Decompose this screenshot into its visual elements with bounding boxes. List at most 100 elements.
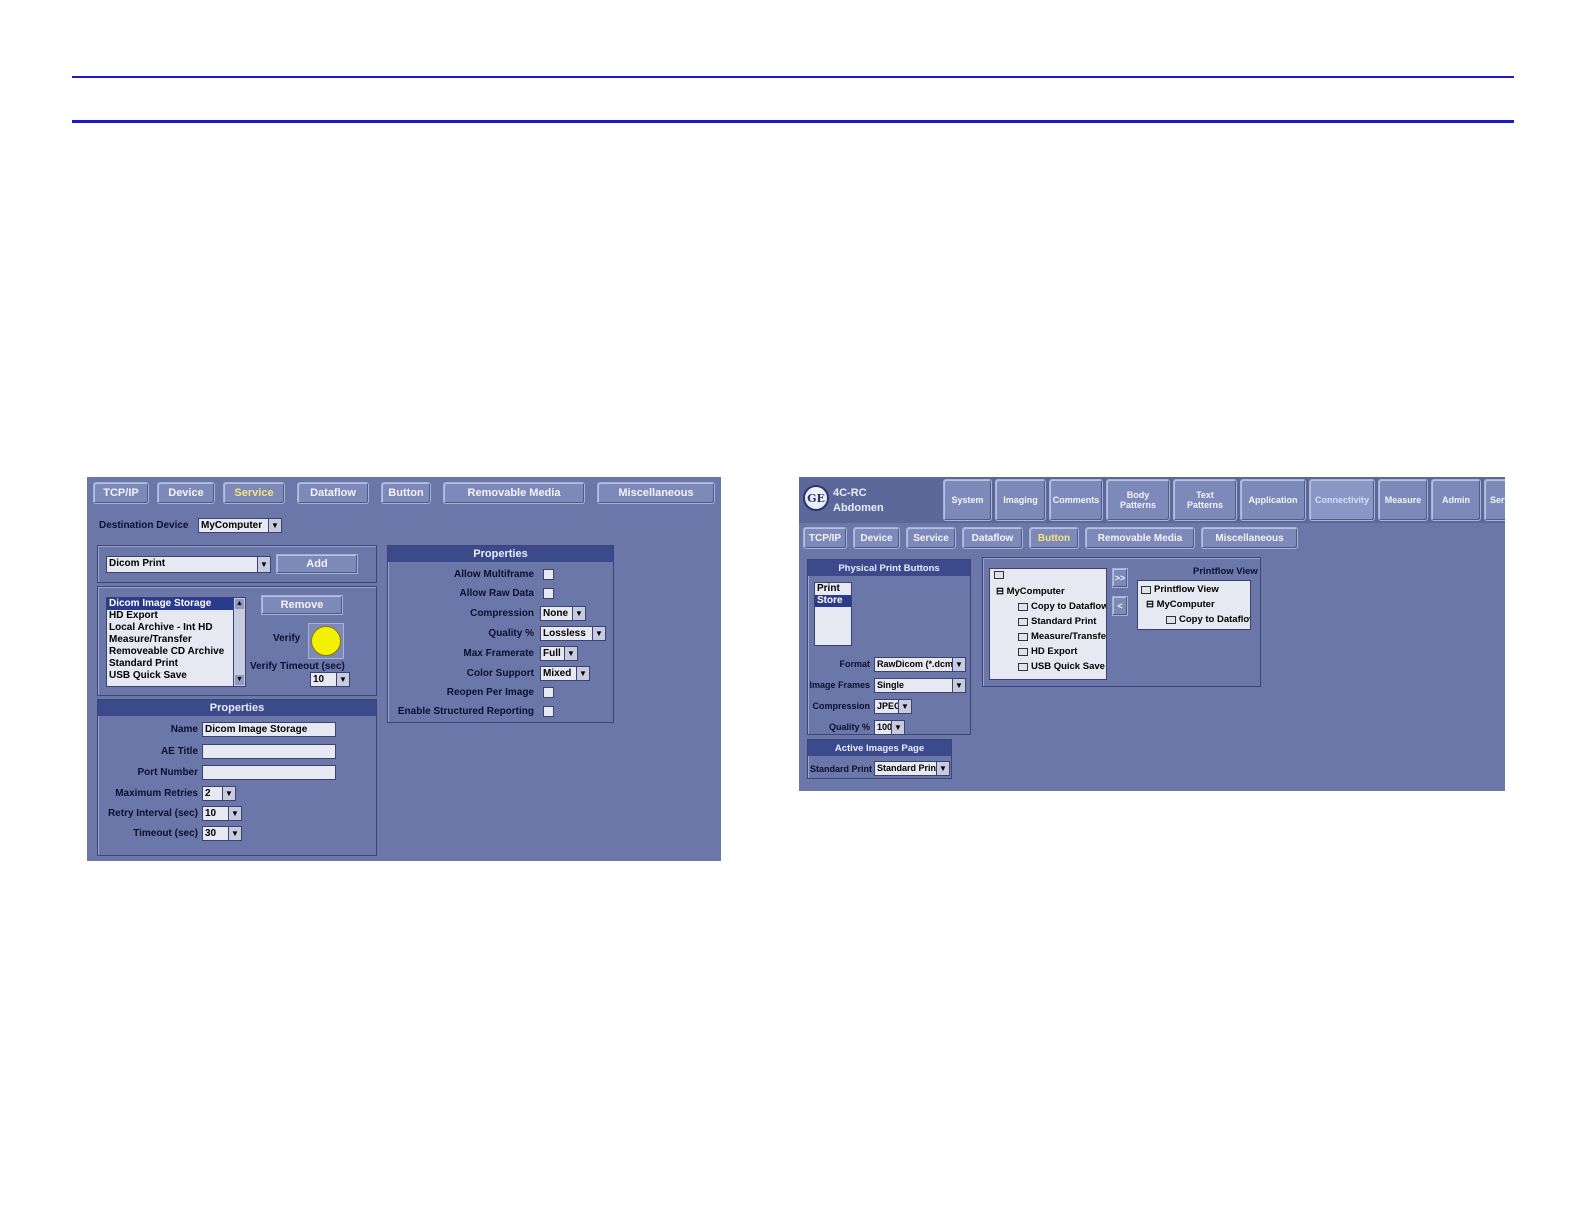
service-type-select[interactable]: Dicom Print ▼	[106, 556, 271, 573]
enable-structured-reporting-checkbox[interactable]	[543, 706, 554, 717]
tab-measure[interactable]: Measure	[1378, 479, 1428, 521]
tab-imaging[interactable]: Imaging	[995, 479, 1046, 521]
destination-device-select[interactable]: MyComputer ▼	[198, 518, 282, 533]
timeout-select[interactable]: 30 ▼	[202, 826, 242, 841]
ae-title-field[interactable]	[202, 744, 336, 759]
tree-node-standard-print[interactable]: Standard Print	[1018, 616, 1096, 627]
service-type-value: Dicom Print	[109, 558, 166, 569]
tab-body-patterns[interactable]: Body Patterns	[1106, 479, 1170, 521]
max-framerate-select[interactable]: Full ▼	[540, 646, 578, 661]
tab-admin[interactable]: Admin	[1431, 479, 1481, 521]
tab-service-truncated[interactable]: Serv	[1484, 479, 1505, 521]
tab-tcpip[interactable]: TCP/IP	[93, 482, 149, 504]
name-field[interactable]: Dicom Image Storage	[202, 722, 336, 737]
print-buttons-listbox[interactable]: Print Store	[814, 582, 852, 646]
preset-label: Abdomen	[833, 502, 884, 514]
allow-raw-data-checkbox[interactable]	[543, 588, 554, 599]
image-frames-select[interactable]: Single ▼	[874, 678, 966, 693]
tree-node-copy-to-dataflow[interactable]: Copy to Dataflow	[1018, 601, 1106, 612]
services-listbox[interactable]: Dicom Image Storage HD Export Local Arch…	[106, 597, 246, 687]
tab-miscellaneous[interactable]: Miscellaneous	[597, 482, 715, 504]
allow-raw-data-label: Allow Raw Data	[459, 588, 534, 599]
subtab-button[interactable]: Button	[1029, 527, 1079, 549]
ae-title-label: AE Title	[160, 746, 198, 757]
list-item[interactable]: Measure/Transfer	[107, 634, 245, 646]
tab-dataflow[interactable]: Dataflow	[297, 482, 369, 504]
tree-node-usb-quick-save[interactable]: USB Quick Save	[1018, 661, 1105, 672]
retry-interval-label: Retry Interval (sec)	[107, 808, 198, 819]
tab-application[interactable]: Application	[1240, 479, 1306, 521]
list-scrollbar[interactable]: ▲ ▼	[233, 598, 245, 686]
destination-device-label: Destination Device	[99, 520, 189, 531]
chevron-down-icon: ▼	[592, 627, 605, 640]
computer-icon	[1018, 662, 1028, 671]
verify-timeout-select[interactable]: 10 ▼	[310, 672, 350, 687]
allow-multiframe-checkbox[interactable]	[543, 569, 554, 580]
scroll-down-icon[interactable]: ▼	[235, 675, 244, 685]
quality-select[interactable]: 100 ▼	[874, 720, 905, 735]
ge-logo-icon: GE	[803, 485, 829, 511]
list-item[interactable]: USB Quick Save	[107, 670, 245, 682]
dataflow-tree[interactable]: ⊟ MyComputer Copy to Dataflow Standard P…	[989, 568, 1107, 680]
list-item[interactable]: Print	[815, 583, 851, 595]
tab-text-patterns[interactable]: Text Patterns	[1173, 479, 1237, 521]
subtab-device[interactable]: Device	[853, 527, 900, 549]
subtab-tcpip[interactable]: TCP/IP	[803, 527, 847, 549]
chevron-down-icon: ▼	[572, 607, 585, 620]
list-item[interactable]: Dicom Image Storage	[107, 598, 245, 610]
tab-removable-media[interactable]: Removable Media	[443, 482, 585, 504]
scroll-up-icon[interactable]: ▲	[235, 599, 244, 609]
retry-interval-select[interactable]: 10 ▼	[202, 806, 242, 821]
tab-comments[interactable]: Comments	[1049, 479, 1103, 521]
computer-icon	[1018, 647, 1028, 656]
active-images-page-select[interactable]: Standard Print ▼	[874, 761, 950, 776]
active-images-page-value: Standard Print	[877, 763, 940, 773]
compression-select[interactable]: None ▼	[540, 606, 586, 621]
printflow-view-title: Printflow View	[1193, 566, 1258, 577]
list-item[interactable]: Removeable CD Archive	[107, 646, 245, 658]
list-item[interactable]: HD Export	[107, 610, 245, 622]
tree-node-mycomputer[interactable]: ⊟ MyComputer	[996, 586, 1065, 597]
printflow-root[interactable]: Printflow View	[1141, 584, 1219, 595]
color-support-select[interactable]: Mixed ▼	[540, 666, 590, 681]
list-item[interactable]: Store	[815, 595, 851, 607]
tab-connectivity[interactable]: Connectivity	[1309, 479, 1375, 521]
tab-device[interactable]: Device	[157, 482, 215, 504]
subtab-miscellaneous[interactable]: Miscellaneous	[1201, 527, 1298, 549]
tab-service[interactable]: Service	[223, 482, 285, 504]
printflow-copy-to-dataflow[interactable]: Copy to Dataflow	[1166, 614, 1250, 625]
subtab-removable-media[interactable]: Removable Media	[1085, 527, 1195, 549]
quality-value: 100	[877, 722, 893, 732]
tree-node-measure-transfer[interactable]: Measure/Transfer	[1018, 631, 1106, 642]
list-item[interactable]: Standard Print	[107, 658, 245, 670]
quality-label: Quality %	[488, 628, 534, 639]
subtab-service[interactable]: Service	[906, 527, 956, 549]
button-config-screenshot: GE 4C-RC Abdomen System Imaging Comments…	[799, 477, 1505, 791]
format-select[interactable]: RawDicom (*.dcm) ▼	[874, 657, 966, 672]
tab-button[interactable]: Button	[381, 482, 431, 504]
quality-select[interactable]: Lossless ▼	[540, 626, 606, 641]
max-framerate-label: Max Framerate	[463, 648, 534, 659]
chevron-down-icon: ▼	[576, 667, 589, 680]
header-rule-top	[72, 76, 1514, 78]
tree-node-hd-export[interactable]: HD Export	[1018, 646, 1077, 657]
move-left-button[interactable]: <	[1112, 596, 1128, 616]
add-button[interactable]: Add	[276, 554, 358, 574]
connection-properties-panel: Properties Name Dicom Image Storage AE T…	[97, 699, 377, 856]
tab-system[interactable]: System	[943, 479, 992, 521]
verify-label: Verify	[273, 633, 301, 644]
port-number-label: Port Number	[137, 767, 198, 778]
move-right-button[interactable]: >>	[1112, 568, 1128, 588]
printflow-mycomputer[interactable]: ⊟ MyComputer	[1146, 599, 1215, 610]
active-images-page-header: Active Images Page	[808, 740, 951, 756]
printflow-tree[interactable]: Printflow View ⊟ MyComputer Copy to Data…	[1137, 580, 1251, 630]
remove-button[interactable]: Remove	[261, 595, 343, 615]
list-item[interactable]: Local Archive - Int HD	[107, 622, 245, 634]
subtab-dataflow[interactable]: Dataflow	[962, 527, 1023, 549]
verify-button[interactable]	[308, 623, 344, 659]
image-frames-label: Image Frames	[809, 680, 870, 690]
reopen-per-image-checkbox[interactable]	[543, 687, 554, 698]
maximum-retries-select[interactable]: 2 ▼	[202, 786, 236, 801]
compression-select[interactable]: JPEG ▼	[874, 699, 912, 714]
port-number-field[interactable]	[202, 765, 336, 780]
